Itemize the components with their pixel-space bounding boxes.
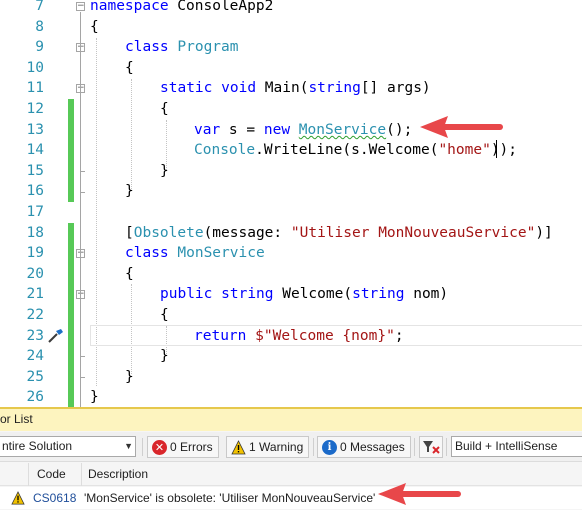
column-description[interactable]: Description xyxy=(88,463,148,485)
toolbar-separator xyxy=(414,438,415,456)
code-line-16: } xyxy=(125,183,134,199)
code-line-23: return $"Welcome {nom}"; xyxy=(194,328,404,344)
change-bar xyxy=(68,223,74,407)
code-line-8: { xyxy=(90,19,99,35)
line-number: 12 xyxy=(26,101,44,117)
line-number: 8 xyxy=(35,19,44,35)
fold-guide-line xyxy=(80,12,81,407)
fold-end-mark xyxy=(80,192,85,193)
code-line-13: var s = new MonService(); xyxy=(194,122,413,138)
obsolete-symbol[interactable]: MonService xyxy=(299,122,386,138)
line-number: 21 xyxy=(26,286,44,302)
build-source-combo[interactable]: Build + IntelliSense xyxy=(451,436,582,457)
code-line-15: } xyxy=(160,163,169,179)
code-line-10: { xyxy=(125,60,134,76)
code-line-18: [Obsolete(message: "Utiliser MonNouveauS… xyxy=(125,225,553,241)
error-list-panel: or List ntire Solution ▼ ✕ 0 Errors 1 Wa… xyxy=(0,407,582,510)
warning-icon xyxy=(11,491,25,505)
fold-end-mark xyxy=(80,356,85,357)
code-line-9: class Program xyxy=(125,39,239,55)
text-caret xyxy=(496,140,497,158)
code-line-7: namespace ConsoleApp2 xyxy=(90,0,274,14)
code-line-20: { xyxy=(125,266,134,282)
line-number: 18 xyxy=(26,225,44,241)
line-number: 23 xyxy=(26,328,44,344)
error-description: 'MonService' is obsolete: 'Utiliser MonN… xyxy=(84,491,376,505)
code-line-21: public string Welcome(string nom) xyxy=(160,286,449,302)
code-line-12: { xyxy=(160,101,169,117)
code-line-22: { xyxy=(160,307,169,323)
line-number: 14 xyxy=(26,142,44,158)
line-number: 7 xyxy=(35,0,44,14)
code-line-25: } xyxy=(125,369,134,385)
code-line-14: Console.WriteLine(s.Welcome("home")); xyxy=(194,142,518,158)
line-number: 15 xyxy=(26,163,44,179)
code-line-24: } xyxy=(160,348,169,364)
fold-collapse-icon[interactable]: − xyxy=(76,2,85,11)
line-number: 20 xyxy=(26,266,44,282)
column-separator xyxy=(28,463,29,486)
dropdown-arrow-icon: ▼ xyxy=(124,441,133,451)
scope-combo[interactable]: ntire Solution ▼ xyxy=(0,436,136,457)
line-number: 11 xyxy=(26,80,44,96)
filter-button[interactable] xyxy=(419,436,443,458)
warnings-filter-button[interactable]: 1 Warning xyxy=(226,436,310,458)
message-icon: i xyxy=(322,440,337,455)
fold-end-mark xyxy=(80,377,85,378)
error-list-title[interactable]: or List xyxy=(0,407,582,431)
callout-arrow-icon xyxy=(378,483,461,505)
line-number: 19 xyxy=(26,245,44,261)
error-code-link[interactable]: CS0618 xyxy=(33,487,76,509)
line-number: 16 xyxy=(26,183,44,199)
toolbar-separator xyxy=(446,438,447,456)
line-number: 22 xyxy=(26,307,44,323)
warning-icon xyxy=(231,440,246,455)
code-line-19: class MonService xyxy=(125,245,265,261)
line-number: 13 xyxy=(26,122,44,138)
error-list-toolbar: ntire Solution ▼ ✕ 0 Errors 1 Warning i … xyxy=(0,432,582,462)
callout-arrow-icon xyxy=(420,116,503,138)
messages-filter-button[interactable]: i 0 Messages xyxy=(317,436,411,458)
toolbar-separator xyxy=(142,438,143,456)
filter-icon xyxy=(423,441,440,454)
error-list-header: Code Description xyxy=(0,463,582,486)
line-number: 10 xyxy=(26,60,44,76)
column-separator xyxy=(81,463,82,486)
errors-filter-button[interactable]: ✕ 0 Errors xyxy=(147,436,219,458)
line-number: 25 xyxy=(26,369,44,385)
fold-end-mark xyxy=(80,171,85,172)
table-row[interactable]: CS0618 'MonService' is obsolete: 'Utilis… xyxy=(0,483,582,509)
change-bar xyxy=(68,99,74,202)
code-line-11: static void Main(string[] args) xyxy=(160,80,431,96)
toolbar-separator xyxy=(313,438,314,456)
line-number: 17 xyxy=(26,204,44,220)
code-line-26: } xyxy=(90,389,99,405)
quick-action-icon[interactable] xyxy=(47,328,65,344)
line-number: 26 xyxy=(26,389,44,405)
line-number: 9 xyxy=(35,39,44,55)
column-code[interactable]: Code xyxy=(37,463,66,485)
code-editor[interactable]: 7 8 9 10 11 12 13 14 15 16 17 18 19 20 2… xyxy=(0,0,582,407)
indent-guide xyxy=(131,79,132,189)
line-number: 24 xyxy=(26,348,44,364)
error-icon: ✕ xyxy=(152,440,167,455)
